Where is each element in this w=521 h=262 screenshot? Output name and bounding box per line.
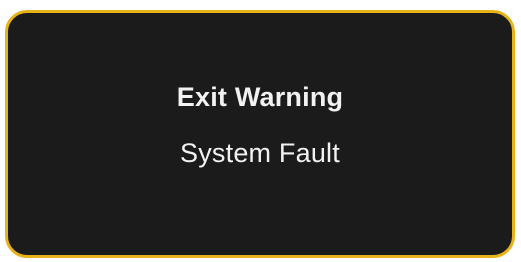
exit-warning-panel: Exit Warning System Fault: [5, 10, 515, 258]
warning-title: Exit Warning: [176, 81, 344, 112]
warning-message: System Fault: [180, 138, 340, 168]
page: Exit Warning System Fault: [0, 0, 521, 262]
